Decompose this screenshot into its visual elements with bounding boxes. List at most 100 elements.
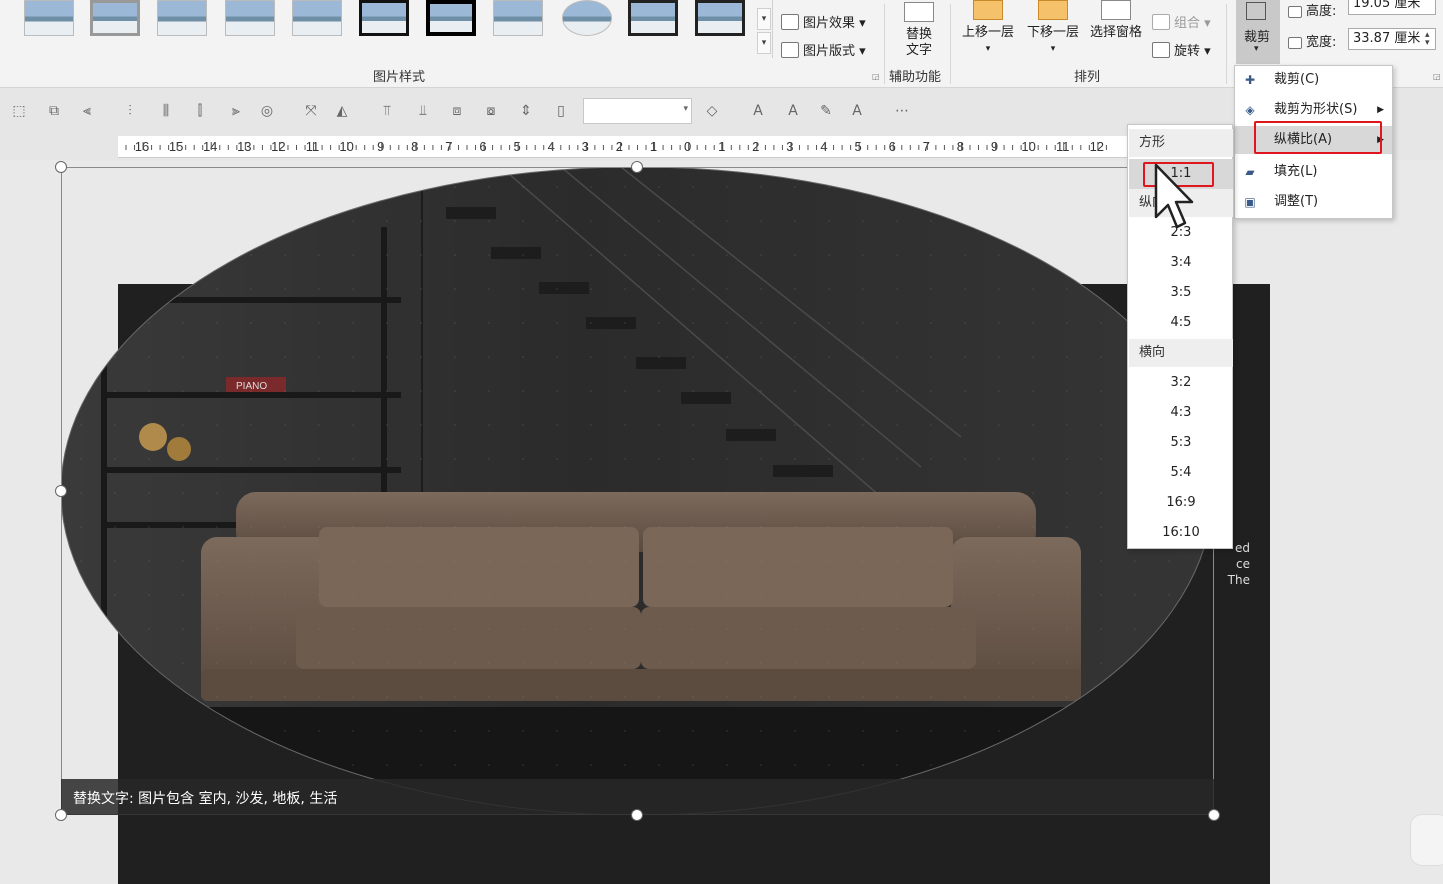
ruler-label: 8 — [957, 139, 964, 154]
floating-widget[interactable] — [1410, 814, 1443, 866]
distribute-h-icon[interactable]: ⫿ — [191, 102, 209, 120]
ruler-label: 15 — [169, 139, 183, 154]
aspect-3-4[interactable]: 3:4 — [1129, 248, 1233, 278]
clear-format-icon[interactable]: ✎ — [817, 102, 835, 120]
style-thumb[interactable] — [562, 0, 612, 36]
height-icon — [1288, 6, 1302, 18]
bring-forward-button[interactable]: 上移一层 ▾ — [957, 0, 1019, 58]
picture-layout-button[interactable]: 图片版式 ▾ — [781, 40, 866, 59]
gallery-more-button[interactable]: ▾ — [757, 32, 771, 54]
transform-icon[interactable]: ⤧ — [302, 102, 320, 120]
font-color-icon[interactable]: A — [848, 102, 866, 120]
height-field[interactable]: 19.05 厘米 — [1348, 0, 1436, 15]
group-icon — [1152, 14, 1170, 30]
style-thumb[interactable] — [24, 0, 74, 36]
ruler-label: 13 — [237, 139, 251, 154]
ruler-label: 2 — [752, 139, 759, 154]
align-center-icon[interactable]: ⫶ — [121, 102, 139, 120]
ruler-label: 12 — [1090, 139, 1104, 154]
resize-handle[interactable] — [55, 809, 67, 821]
style-thumb[interactable] — [359, 0, 409, 36]
resize-handle[interactable] — [55, 485, 67, 497]
align-bottom-icon[interactable]: ⫫ — [414, 102, 432, 120]
group-button[interactable]: 组合 ▾ — [1152, 12, 1211, 31]
align-top-icon[interactable]: ⫪ — [378, 102, 396, 120]
style-thumb[interactable] — [695, 0, 745, 36]
align-left-icon[interactable]: ⫷ — [78, 102, 96, 120]
resize-handle[interactable] — [1208, 809, 1220, 821]
ruler-label: 11 — [1056, 139, 1070, 154]
ruler-label: 6 — [889, 139, 896, 154]
aspect-4-3[interactable]: 4:3 — [1129, 398, 1233, 428]
style-thumb[interactable] — [426, 0, 476, 36]
height-adjust-icon[interactable]: ⇕ — [517, 102, 535, 120]
select-icon[interactable]: ⬚ — [10, 102, 28, 120]
style-thumb[interactable] — [628, 0, 678, 36]
shape-icon[interactable]: ◎ — [258, 102, 276, 120]
style-thumb[interactable] — [90, 0, 140, 36]
cropped-picture[interactable]: PIANO — [60, 166, 1214, 816]
gallery-down-button[interactable]: ▾ — [757, 8, 771, 30]
aspect-5-4[interactable]: 5:4 — [1129, 458, 1233, 488]
style-thumb[interactable] — [225, 0, 275, 36]
fit-icon: ▣ — [1244, 195, 1256, 209]
submenu-arrow-icon: ▶ — [1377, 105, 1384, 115]
aspect-16-10[interactable]: 16:10 — [1129, 518, 1233, 548]
ruler-label: 0 — [684, 139, 691, 154]
width-label: 宽度: — [1288, 31, 1336, 50]
ruler-label: 2 — [616, 139, 623, 154]
resize-icon[interactable]: ⧉ — [45, 102, 63, 120]
aspect-4-5[interactable]: 4:5 — [1129, 308, 1233, 338]
picture-layout-icon — [781, 42, 799, 58]
fill-icon: ▰ — [1245, 165, 1255, 179]
style-thumb[interactable] — [292, 0, 342, 36]
resize-handle[interactable] — [631, 809, 643, 821]
page-icon[interactable]: ▯ — [552, 102, 570, 120]
ruler-label: 6 — [479, 139, 486, 154]
divider — [950, 4, 951, 84]
horizontal-ruler: 16 15 14 13 12 11 10 9 8 7 6 5 4 3 2 1 0 1 2 3 4 5 6 7 8 9 10 11 12 — [118, 136, 1130, 158]
aspect-3-2[interactable]: 3:2 — [1129, 368, 1233, 398]
picture-effects-button[interactable]: 图片效果 ▾ — [781, 12, 866, 31]
overflow-icon[interactable]: ⋯ — [893, 102, 911, 120]
menu-item-fill[interactable]: ▰ 填充(L) — [1235, 158, 1392, 186]
divider — [884, 4, 885, 84]
bring-forward-icon — [973, 0, 1003, 20]
flip-icon[interactable]: ◭ — [333, 102, 351, 120]
aspect-3-5[interactable]: 3:5 — [1129, 278, 1233, 308]
font-shrink-icon[interactable]: A — [784, 102, 802, 120]
send-back-icon[interactable]: ⧇ — [482, 102, 500, 120]
resize-handle[interactable] — [631, 161, 643, 173]
send-backward-button[interactable]: 下移一层 ▾ — [1022, 0, 1084, 58]
size-dialog-launcher-icon[interactable]: ◲ — [1433, 72, 1441, 81]
bring-front-icon[interactable]: ⧈ — [448, 102, 466, 120]
rotate-icon — [1152, 42, 1170, 58]
accessibility-group-label: 辅助功能 — [889, 70, 942, 85]
aspect-16-9[interactable]: 16:9 — [1129, 488, 1233, 518]
font-size-combo[interactable]: ▾ — [583, 98, 692, 124]
style-thumb[interactable] — [493, 0, 543, 36]
alt-text-button[interactable]: 替换 文字 — [898, 2, 940, 59]
ruler-scale: 16 15 14 13 12 11 10 9 8 7 6 5 4 3 2 1 0 1 2 3 4 5 6 7 8 9 10 11 12 — [125, 139, 1107, 154]
menu-item-fit[interactable]: ▣ 调整(T) — [1235, 188, 1392, 216]
font-grow-icon[interactable]: A — [749, 102, 767, 120]
resize-handle[interactable] — [55, 161, 67, 173]
style-thumb[interactable] — [157, 0, 207, 36]
aspect-5-3[interactable]: 5:3 — [1129, 428, 1233, 458]
shape-outline-icon[interactable]: ◇ — [703, 102, 721, 120]
distribute-icon[interactable]: ⫼ — [157, 102, 175, 120]
width-field[interactable]: 33.87 厘米 — [1348, 28, 1436, 50]
align-middle-icon[interactable]: ⫸ — [227, 102, 245, 120]
selection-pane-button[interactable]: 选择窗格 — [1086, 0, 1146, 41]
ribbon: ▾ ▾ 图片效果 ▾ 图片版式 ▾ 图片样式 替换 文字 辅助功能 上移一层 ▾ … — [0, 0, 1443, 88]
width-spinner[interactable]: ▴ ▾ — [1425, 31, 1430, 48]
ruler-label: 4 — [820, 139, 827, 154]
crop-button[interactable]: 裁剪 ▾ — [1236, 0, 1280, 64]
chevron-down-icon: ▾ — [683, 104, 688, 114]
ruler-label: 7 — [445, 139, 452, 154]
ruler-label: 8 — [411, 139, 418, 154]
menu-item-crop[interactable]: ✚ 裁剪(C) — [1235, 66, 1392, 94]
dialog-launcher-icon[interactable]: ◲ — [872, 72, 880, 81]
rotate-button[interactable]: 旋转 ▾ — [1152, 40, 1211, 59]
menu-item-crop-to-shape[interactable]: ◈ 裁剪为形状(S) ▶ — [1235, 96, 1392, 124]
